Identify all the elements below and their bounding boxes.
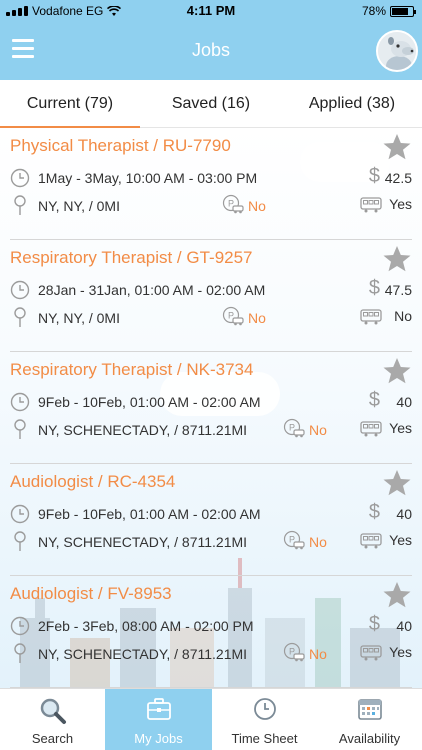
job-rate: 40 [396, 618, 412, 634]
nav-availability[interactable]: Availability [317, 689, 422, 750]
location-pin-icon [10, 530, 30, 551]
car-availability: No [309, 534, 327, 550]
job-title[interactable]: Audiologist / RC-4354 [10, 472, 175, 492]
clock-icon [10, 280, 30, 300]
bus-availability: No [394, 308, 412, 324]
status-bar: Vodafone EG 4:11 PM 78% [0, 0, 422, 22]
job-location: NY, SCHENECTADY, / 8711.21MI [38, 646, 248, 662]
briefcase-icon [146, 698, 171, 720]
bus-icon [360, 644, 382, 662]
app-header: Jobs [0, 22, 422, 80]
dollar-icon: $ [368, 389, 380, 411]
job-schedule: 9Feb - 10Feb, 01:00 AM - 02:00 AM [38, 394, 261, 410]
job-rate: 47.5 [384, 282, 412, 298]
bus-icon [360, 196, 382, 214]
car-availability: No [248, 310, 266, 326]
battery-indicator: 78% [361, 4, 416, 18]
bottom-navigation: Search My Jobs Time Sheet Availability [0, 688, 422, 750]
job-rate: 40 [396, 506, 412, 522]
location-pin-icon [10, 306, 30, 327]
job-location: NY, SCHENECTADY, / 8711.21MI [38, 534, 248, 550]
tab-saved[interactable]: Saved (16) [140, 80, 282, 128]
bus-icon [360, 532, 382, 550]
nav-search-label: Search [31, 731, 74, 746]
clock-icon [10, 168, 30, 188]
car-icon: P [283, 642, 305, 662]
star-icon[interactable] [382, 580, 412, 610]
star-icon[interactable] [382, 356, 412, 386]
dollar-icon: $ [368, 501, 380, 523]
job-location: NY, SCHENECTADY, / 8711.21MI [38, 422, 248, 438]
nav-time-sheet-label: Time Sheet [231, 731, 298, 746]
battery-percent: 78% [361, 4, 386, 18]
job-card[interactable]: Physical Therapist / RU-7790 1May - 3May,… [0, 128, 422, 240]
dollar-icon: $ [368, 277, 380, 299]
clock-icon [253, 698, 276, 720]
clock-icon [10, 504, 30, 524]
job-schedule: 28Jan - 31Jan, 01:00 AM - 02:00 AM [38, 282, 266, 298]
calendar-icon [357, 699, 382, 720]
avatar-image [378, 32, 416, 70]
nav-my-jobs-label: My Jobs [134, 731, 183, 746]
nav-time-sheet[interactable]: Time Sheet [212, 689, 317, 750]
job-tabs: Current (79) Saved (16) Applied (38) [0, 80, 422, 129]
star-icon[interactable] [382, 244, 412, 274]
bus-availability: Yes [389, 420, 412, 436]
job-title[interactable]: Respiratory Therapist / NK-3734 [10, 360, 253, 380]
page-title: Jobs [191, 40, 231, 60]
bus-availability: Yes [389, 644, 412, 660]
clock-icon [10, 616, 30, 636]
car-availability: No [309, 646, 327, 662]
location-pin-icon [10, 642, 30, 663]
clock-time: 4:11 PM [186, 3, 236, 18]
job-title[interactable]: Physical Therapist / RU-7790 [10, 136, 231, 156]
job-title[interactable]: Respiratory Therapist / GT-9257 [10, 248, 253, 268]
car-availability: No [309, 422, 327, 438]
tab-current[interactable]: Current (79) [0, 80, 140, 129]
nav-availability-label: Availability [338, 731, 401, 746]
job-location: NY, NY, / 0MI [38, 198, 120, 214]
nav-search[interactable]: Search [0, 689, 105, 750]
job-list[interactable]: Physical Therapist / RU-7790 1May - 3May,… [0, 128, 422, 688]
car-icon: P [283, 418, 305, 438]
bus-availability: Yes [389, 532, 412, 548]
location-pin-icon [10, 194, 30, 215]
job-schedule: 9Feb - 10Feb, 01:00 AM - 02:00 AM [38, 506, 261, 522]
bus-availability: Yes [389, 196, 412, 212]
dollar-icon: $ [368, 165, 380, 187]
nav-my-jobs[interactable]: My Jobs [105, 689, 212, 750]
location-pin-icon [10, 418, 30, 439]
job-location: NY, NY, / 0MI [38, 310, 120, 326]
car-availability: No [248, 198, 266, 214]
job-rate: 42.5 [384, 170, 412, 186]
car-icon: P [222, 306, 244, 326]
star-icon[interactable] [382, 132, 412, 162]
job-schedule: 2Feb - 3Feb, 08:00 AM - 02:00 PM [38, 618, 254, 634]
job-title[interactable]: Audiologist / FV-8953 [10, 584, 172, 604]
job-card[interactable]: Audiologist / FV-8953 2Feb - 3Feb, 08:00 … [0, 576, 422, 688]
car-icon: P [283, 530, 305, 550]
battery-icon [390, 5, 416, 17]
star-icon[interactable] [382, 468, 412, 498]
user-avatar[interactable] [376, 30, 418, 72]
clock-icon [10, 392, 30, 412]
job-rate: 40 [396, 394, 412, 410]
search-icon [40, 698, 66, 724]
job-card[interactable]: Respiratory Therapist / NK-3734 9Feb - 10… [0, 352, 422, 464]
tab-applied[interactable]: Applied (38) [282, 80, 422, 128]
job-card[interactable]: Respiratory Therapist / GT-9257 28Jan - 3… [0, 240, 422, 352]
bus-icon [360, 308, 382, 326]
bus-icon [360, 420, 382, 438]
car-icon: P [222, 194, 244, 214]
job-schedule: 1May - 3May, 10:00 AM - 03:00 PM [38, 170, 258, 186]
dollar-icon: $ [368, 613, 380, 635]
job-card[interactable]: Audiologist / RC-4354 9Feb - 10Feb, 01:00… [0, 464, 422, 576]
